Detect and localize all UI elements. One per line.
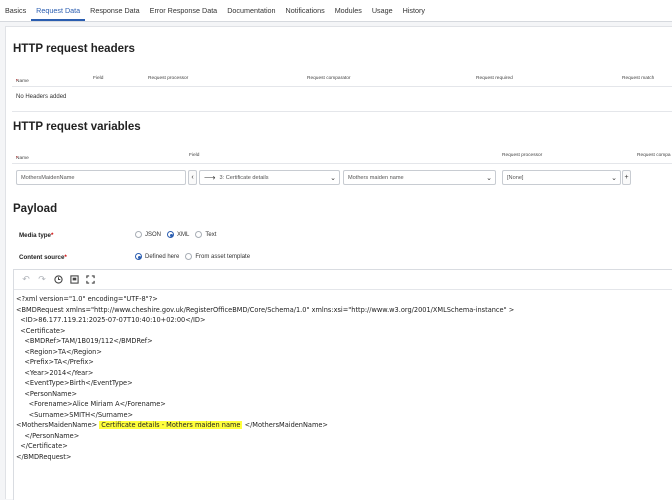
field-value-select[interactable]: Mothers maiden name ⌄: [343, 170, 496, 185]
variables-table-header: Name * Field Request processor Request c…: [12, 150, 672, 164]
fullscreen-icon[interactable]: [84, 274, 96, 286]
tab-basics[interactable]: Basics: [0, 0, 31, 21]
code-line: </Certificate>: [16, 442, 68, 450]
tab-usage[interactable]: Usage: [367, 0, 398, 21]
source-asset-template-option[interactable]: From asset template: [185, 253, 250, 260]
variable-name-input[interactable]: MothersMaidenName: [16, 170, 186, 185]
source-defined-here-option[interactable]: Defined here: [135, 253, 179, 260]
tab-history[interactable]: History: [398, 0, 430, 21]
code-tag-close: </MothersMaidenName>: [242, 421, 328, 429]
code-line: <Year>2014</Year>: [16, 368, 94, 377]
field-value-text: Mothers maiden name: [348, 174, 404, 181]
media-type-json-option[interactable]: JSON: [135, 231, 161, 238]
code-line: <?xml version="1.0" encoding="UTF-8"?>: [16, 295, 158, 303]
insert-icon[interactable]: [68, 274, 80, 286]
payload-section-title: Payload: [13, 203, 58, 215]
code-line: <Region>TA</Region>: [16, 347, 102, 356]
code-line: <Prefix>TA</Prefix>: [16, 358, 94, 366]
undo-icon[interactable]: ↶: [20, 274, 32, 286]
radio-json[interactable]: [135, 231, 142, 238]
headers-empty-text: No Headers added: [16, 94, 67, 100]
code-line: <EventType>Birth</EventType>: [16, 379, 133, 387]
code-line: <BMDRef>TAM/1B019/112</BMDRef>: [16, 337, 153, 345]
code-line: <PersonName>: [16, 389, 78, 398]
history-icon[interactable]: [52, 274, 64, 286]
text-label: Text: [205, 231, 217, 238]
variable-token-highlight[interactable]: Certificate details - Mothers maiden nam…: [99, 421, 243, 429]
payload-editor[interactable]: ↶ ↷ <?xml version="1.0" encoding="UTF-8"…: [13, 269, 672, 500]
editor-toolbar: ↶ ↷: [14, 270, 672, 290]
media-type-text-option[interactable]: Text: [195, 231, 216, 238]
media-type-xml-option[interactable]: XML: [167, 231, 189, 238]
col-comparator: Request compa: [637, 153, 671, 158]
code-line: <ID>86.177.119.21:2025-07-07T10:40:10+02…: [16, 316, 206, 324]
divider: [12, 111, 672, 112]
processor-text: [None]: [507, 174, 524, 181]
plus-icon: +: [624, 174, 629, 181]
defined-here-label: Defined here: [145, 253, 180, 260]
code-line: <Certificate>: [16, 326, 66, 335]
xml-label: XML: [177, 231, 190, 238]
col-comparator: Request comparator: [307, 76, 351, 81]
field-expand-button[interactable]: ‹: [188, 170, 197, 185]
request-processor-select[interactable]: [None] ⌄: [502, 170, 621, 185]
json-label: JSON: [145, 231, 162, 238]
tab-bar: Basics Request Data Response Data Error …: [0, 0, 672, 22]
tab-request-data[interactable]: Request Data: [31, 0, 86, 21]
chevron-down-icon: ⌄: [611, 175, 617, 182]
chevron-left-icon: ‹: [191, 174, 194, 181]
code-line: <Forename>Alice Miriam A</Forename>: [16, 400, 166, 408]
redo-icon[interactable]: ↷: [36, 274, 48, 286]
code-tag-open: <MothersMaidenName>: [16, 421, 100, 429]
add-processor-button[interactable]: +: [622, 170, 631, 185]
code-line: </PersonName>: [16, 431, 80, 440]
variable-name-text: MothersMaidenName: [21, 174, 75, 181]
col-field: Field: [93, 76, 104, 81]
col-match: Request match: [622, 76, 655, 81]
tab-notifications[interactable]: Notifications: [281, 0, 330, 21]
chevron-down-icon: ⌄: [330, 175, 336, 182]
headers-section-title: HTTP request headers: [13, 43, 135, 55]
col-required: Request required: [476, 76, 513, 81]
media-type-label: Media type*: [19, 232, 54, 239]
code-content[interactable]: <?xml version="1.0" encoding="UTF-8"?> <…: [16, 294, 669, 462]
radio-text[interactable]: [195, 231, 203, 238]
radio-asset-template[interactable]: [185, 253, 193, 260]
radio-defined-here[interactable]: [135, 253, 142, 260]
media-type-radio-group: JSON XML Text: [135, 231, 222, 238]
code-line: </BMDRequest>: [16, 452, 72, 461]
request-data-panel: HTTP request headers Name * Field Reques…: [5, 26, 672, 500]
variables-section-title: HTTP request variables: [13, 121, 141, 133]
tab-modules[interactable]: Modules: [330, 0, 367, 21]
tab-error-response-data[interactable]: Error Response Data: [145, 0, 223, 21]
field-path-select[interactable]: ⟶ 3: Certificate details ⌄: [199, 170, 340, 185]
asset-template-label: From asset template: [195, 253, 251, 260]
arrow-right-icon: ⟶: [204, 173, 216, 182]
tab-documentation[interactable]: Documentation: [222, 0, 280, 21]
chevron-down-icon: ⌄: [486, 175, 492, 182]
field-path-text: 3: Certificate details: [219, 174, 269, 181]
headers-table-header: Name * Field Request processor Request c…: [12, 73, 672, 87]
tab-response-data[interactable]: Response Data: [85, 0, 145, 21]
content-source-label: Content source*: [19, 254, 67, 261]
col-field: Field: [189, 153, 200, 158]
content-source-radio-group: Defined here From asset template: [135, 253, 256, 260]
code-line: <Surname>SMITH</Surname>: [16, 410, 134, 419]
code-line: <MothersMaidenName> Certificate details …: [16, 420, 669, 431]
col-processor: Request processor: [502, 153, 543, 158]
radio-xml[interactable]: [167, 231, 175, 238]
code-line: <BMDRequest xmlns="http://www.cheshire.g…: [16, 305, 515, 314]
col-processor: Request processor: [148, 76, 189, 81]
